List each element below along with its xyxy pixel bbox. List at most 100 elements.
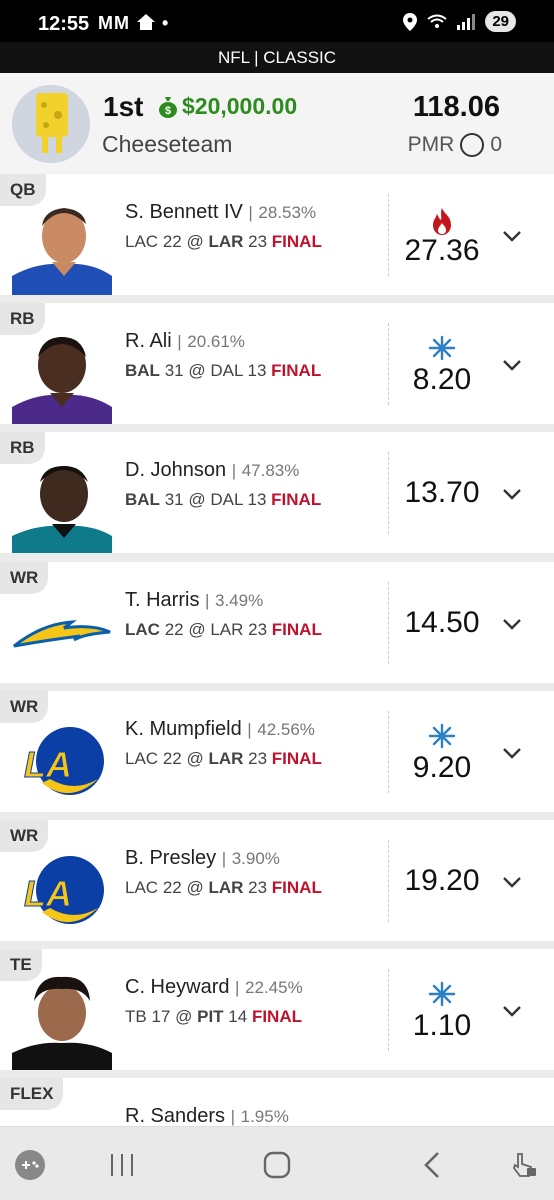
player-name-line[interactable]: B. Presley | 3.90%: [125, 847, 280, 870]
player-row[interactable]: QB S. Bennett IV | 28.53% LAC 22 @ LAR 23 …: [0, 174, 554, 295]
away-score: 31: [164, 361, 184, 381]
chevron-down-icon[interactable]: [500, 870, 524, 894]
svg-text:LA: LA: [24, 873, 72, 914]
recent-apps-button[interactable]: [104, 1147, 140, 1183]
notification-icons: MM •: [98, 13, 169, 34]
player-name[interactable]: S. Bennett IV: [125, 201, 243, 223]
player-name[interactable]: C. Heyward: [125, 976, 229, 998]
system-nav-bar: [0, 1126, 554, 1200]
chevron-down-icon[interactable]: [500, 741, 524, 765]
player-photo-ram[interactable]: [12, 196, 112, 295]
player-name[interactable]: T. Harris: [125, 589, 199, 611]
snowflake-icon: [425, 981, 459, 1011]
player-name-line[interactable]: S. Bennett IV | 28.53%: [125, 201, 316, 224]
money-bag-icon: $: [159, 96, 177, 118]
status-time: 12:55: [38, 13, 90, 35]
game-line: BAL 31 @ DAL 13 FINAL: [125, 490, 322, 510]
prize-amount: $ $20,000.00: [158, 93, 297, 120]
chargers-logo[interactable]: [12, 584, 112, 683]
pmr-circle-icon: [460, 133, 485, 157]
gamepad-icon[interactable]: [12, 1147, 48, 1183]
game-status: FINAL: [271, 232, 322, 251]
away-team: BAL: [125, 490, 160, 510]
home-team: LAR: [208, 878, 244, 897]
away-team: LAC: [125, 748, 159, 768]
player-name-line[interactable]: R. Ali | 20.61%: [125, 330, 245, 353]
game-status: FINAL: [271, 748, 322, 768]
game-status: FINAL: [271, 878, 322, 897]
home-score: 13: [247, 490, 267, 510]
team-name: Cheeseteam: [102, 131, 233, 157]
divider: [388, 969, 389, 1052]
separator: |: [248, 203, 253, 222]
position-tag: FLEX: [0, 1078, 64, 1111]
home-team: DAL: [210, 490, 243, 510]
away-team: LAC: [125, 619, 160, 639]
rams-logo[interactable]: LA: [12, 713, 112, 812]
away-score: 31: [164, 490, 184, 510]
fantasy-points: 1.10: [412, 1009, 472, 1043]
player-row[interactable]: RB R. Ali | 20.61% BAL 31 @ DAL 13 FINAL 8.…: [0, 303, 554, 425]
player-name-line[interactable]: K. Mumpfield | 42.56%: [125, 718, 315, 741]
game-line: TB 17 @ PIT 14 FINAL: [125, 1007, 302, 1027]
separator: |: [235, 978, 240, 998]
player-name[interactable]: D. Johnson: [125, 459, 226, 481]
away-team: LAC: [125, 232, 159, 251]
fantasy-points: 9.20: [412, 750, 472, 784]
player-row[interactable]: TE C. Heyward | 22.45% TB 17 @ PIT 14 FINA…: [0, 949, 554, 1071]
player-name[interactable]: R. Ali: [125, 330, 172, 352]
rams-logo[interactable]: LA: [12, 842, 112, 941]
team-summary: 1st $ $20,000.00 Cheeseteam 118.06 PMR 0: [0, 73, 554, 174]
home-button[interactable]: [259, 1147, 295, 1183]
chevron-down-icon[interactable]: [500, 612, 524, 636]
chevron-down-icon[interactable]: [500, 482, 524, 506]
chevron-down-icon[interactable]: [500, 999, 524, 1023]
game-status: FINAL: [271, 361, 322, 381]
avatar[interactable]: [12, 85, 90, 163]
game-status: FINAL: [251, 1007, 302, 1027]
accessibility-touch-icon[interactable]: [506, 1147, 542, 1183]
away-team: TB: [125, 1007, 147, 1027]
wifi-icon: [427, 14, 447, 28]
player-photo-raven[interactable]: [12, 325, 112, 425]
chevron-down-icon[interactable]: [500, 224, 524, 248]
player-row[interactable]: RB D. Johnson | 47.83% BAL 31 @ DAL 13 FIN…: [0, 432, 554, 554]
player-photo-jaguar[interactable]: [12, 454, 112, 554]
home-team: DAL: [210, 361, 243, 381]
player-name[interactable]: B. Presley: [125, 847, 216, 869]
prize-value: $20,000.00: [182, 93, 298, 119]
pmr: PMR 0: [408, 133, 502, 157]
game-line: LAC 22 @ LAR 23 FINAL: [125, 232, 322, 251]
away-score: 22: [162, 878, 182, 897]
divider: [388, 710, 389, 793]
home-score: 23: [248, 619, 268, 639]
player-row[interactable]: WR LA B. Presley | 3.90% LAC 22 @ LAR 23 FI…: [0, 820, 554, 941]
away-score: 22: [164, 619, 184, 639]
game-line: LAC 22 @ LAR 23 FINAL: [125, 619, 322, 639]
player-name-line[interactable]: D. Johnson | 47.83%: [125, 459, 299, 482]
battery-indicator: 29: [485, 11, 516, 32]
player-row[interactable]: WR LA K. Mumpfield | 42.56% LAC 22 @ LAR 23…: [0, 690, 554, 812]
player-name-line[interactable]: T. Harris | 3.49%: [125, 589, 263, 612]
snowflake-icon: [425, 723, 459, 753]
separator: |: [221, 849, 227, 868]
player-name-line[interactable]: C. Heyward | 22.45%: [125, 976, 303, 999]
back-button[interactable]: [414, 1147, 450, 1183]
separator: |: [247, 719, 252, 739]
player-row[interactable]: WR T. Harris | 3.49% LAC 22 @ LAR 23 FINAL…: [0, 561, 554, 683]
player-name[interactable]: R. Sanders: [125, 1105, 225, 1127]
player-name[interactable]: K. Mumpfield: [125, 718, 242, 740]
fantasy-points: 8.20: [412, 363, 472, 397]
game-line: LAC 22 @ LAR 23 FINAL: [125, 878, 322, 897]
home-team: LAR: [208, 232, 244, 251]
home-score: 13: [247, 361, 267, 381]
fantasy-points: 14.50: [404, 605, 480, 639]
ownership-pct: 1.95%: [240, 1107, 289, 1127]
game-status: FINAL: [271, 619, 322, 639]
player-photo-steeler[interactable]: [12, 971, 112, 1071]
player-name-line[interactable]: R. Sanders | 1.95%: [125, 1105, 289, 1128]
fantasy-points: 19.20: [404, 864, 480, 897]
signal-icon: [457, 13, 476, 30]
chevron-down-icon[interactable]: [500, 353, 524, 377]
divider: [388, 323, 389, 406]
